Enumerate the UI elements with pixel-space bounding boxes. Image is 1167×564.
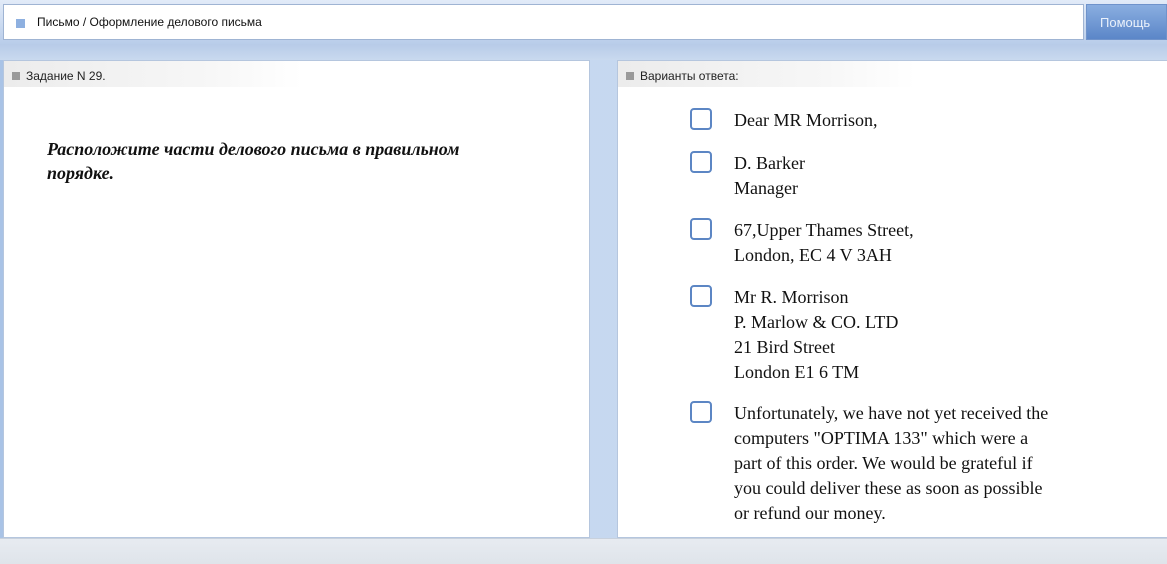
breadcrumb: Письмо / Оформление делового письма: [3, 4, 1084, 40]
answers-panel-header: Варианты ответа:: [618, 61, 916, 87]
answer-line: Unfortunately, we have not yet received …: [734, 403, 1049, 423]
answer-checkbox[interactable]: [690, 108, 712, 130]
answer-checkbox[interactable]: [690, 401, 712, 423]
help-button[interactable]: Помощь: [1086, 4, 1167, 40]
answer-line: part of this order. We would be grateful…: [734, 453, 1033, 473]
answer-line: 67,Upper Thames Street,: [734, 220, 914, 240]
answer-line: London, EC 4 V 3AH: [734, 245, 892, 265]
answers-title: Варианты ответа:: [640, 69, 739, 83]
answers-panel: Варианты ответа: Dear MR Morrison, D. Ba…: [617, 60, 1167, 538]
answer-line: London E1 6 TM: [734, 362, 860, 382]
square-bullet-icon: [626, 72, 634, 80]
task-question: Расположите части делового письма в прав…: [47, 139, 460, 183]
square-bullet-icon: [16, 19, 25, 28]
answer-text: Mr R. Morrison P. Marlow & CO. LTD 21 Bi…: [734, 285, 1134, 385]
breadcrumb-text: Письмо / Оформление делового письма: [37, 15, 262, 29]
help-button-label: Помощь: [1100, 15, 1151, 30]
top-bar: Письмо / Оформление делового письма Помо…: [0, 0, 1167, 44]
answer-line: Manager: [734, 178, 798, 198]
task-panel: Задание N 29. Расположите части делового…: [3, 60, 590, 538]
answer-line: Mr R. Morrison: [734, 287, 849, 307]
answer-line: P. Marlow & CO. LTD: [734, 312, 899, 332]
square-bullet-icon: [12, 72, 20, 80]
answer-checkbox[interactable]: [690, 285, 712, 307]
answer-line: computers "OPTIMA 133" which were a: [734, 428, 1029, 448]
answer-line: Dear MR Morrison,: [734, 110, 878, 130]
task-title: Задание N 29.: [26, 69, 106, 83]
answer-checkbox[interactable]: [690, 218, 712, 240]
answer-text: Dear MR Morrison,: [734, 108, 1134, 133]
answer-text: Unfortunately, we have not yet received …: [734, 401, 1134, 526]
answer-text: 67,Upper Thames Street, London, EC 4 V 3…: [734, 218, 1134, 268]
task-panel-header: Задание N 29.: [4, 61, 302, 87]
answer-line: D. Barker: [734, 153, 805, 173]
header-band: [0, 44, 1167, 60]
answer-text: D. Barker Manager: [734, 151, 1134, 201]
answer-line: or refund our money.: [734, 503, 886, 523]
answer-line: 21 Bird Street: [734, 337, 835, 357]
bottom-strip: [0, 538, 1167, 564]
answer-checkbox[interactable]: [690, 151, 712, 173]
answer-line: you could deliver these as soon as possi…: [734, 478, 1043, 498]
